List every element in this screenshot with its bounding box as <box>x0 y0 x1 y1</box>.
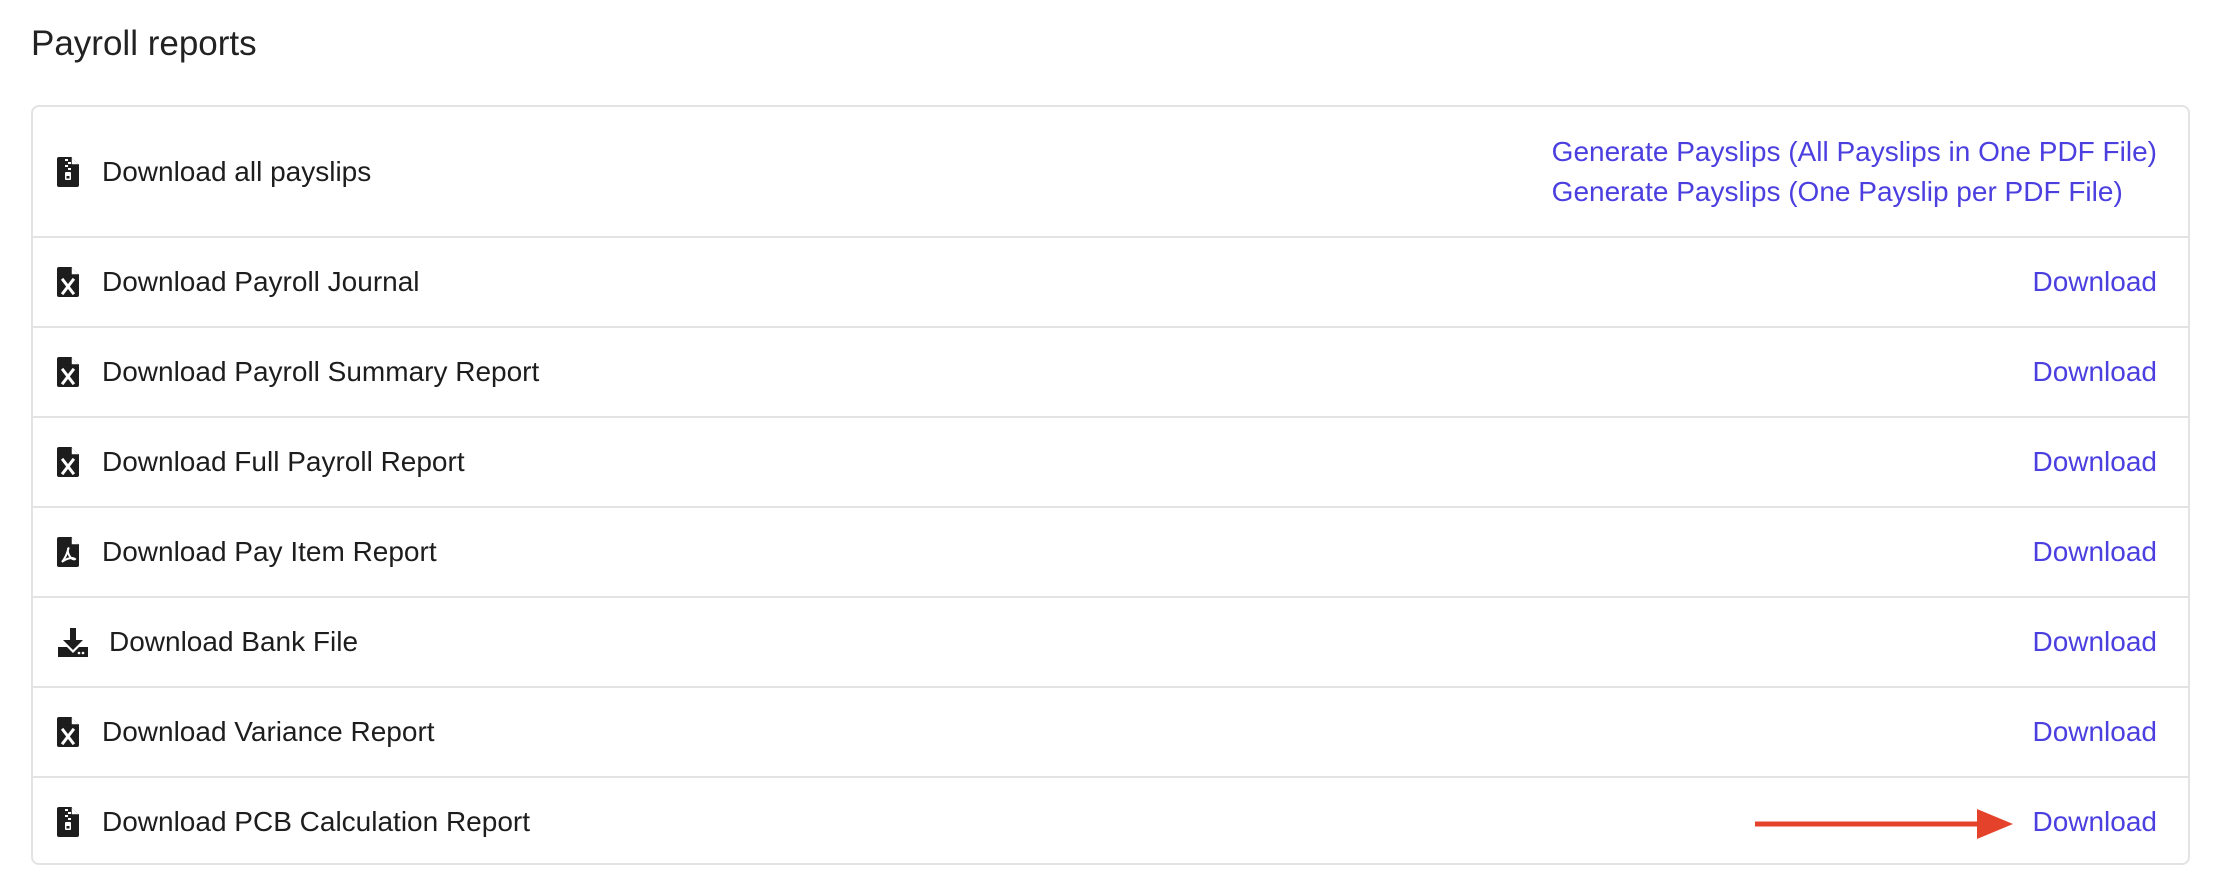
excel-file-icon <box>55 717 81 747</box>
download-payroll-summary-link[interactable]: Download <box>2032 356 2157 388</box>
report-row-payroll-journal: Download Payroll Journal Download <box>33 236 2188 326</box>
excel-file-icon <box>55 267 81 297</box>
download-pcb-calculation-link[interactable]: Download <box>2032 806 2157 838</box>
report-row-full-payroll: Download Full Payroll Report Download <box>33 416 2188 506</box>
excel-file-icon <box>55 447 81 477</box>
report-label-payroll-summary: Download Payroll Summary Report <box>102 356 540 387</box>
zip-file-icon <box>55 156 81 187</box>
pdf-file-icon <box>55 537 81 567</box>
annotation-arrow-icon <box>1755 809 2013 839</box>
download-tray-icon <box>57 627 89 657</box>
report-row-payroll-summary: Download Payroll Summary Report Download <box>33 326 2188 416</box>
download-full-payroll-link[interactable]: Download <box>2032 446 2157 478</box>
download-pay-item-link[interactable]: Download <box>2032 536 2157 568</box>
zip-file-icon <box>55 807 81 837</box>
reports-panel: Download all payslips Generate Payslips … <box>31 105 2190 865</box>
download-variance-link[interactable]: Download <box>2032 716 2157 748</box>
report-label-bank-file: Download Bank File <box>109 626 359 657</box>
report-label-all-payslips: Download all payslips <box>102 155 372 187</box>
report-row-all-payslips: Download all payslips Generate Payslips … <box>33 107 2188 236</box>
payslip-generate-links: Generate Payslips (All Payslips in One P… <box>1552 132 2157 212</box>
report-label-pay-item: Download Pay Item Report <box>102 536 437 567</box>
download-payroll-journal-link[interactable]: Download <box>2032 266 2157 298</box>
report-label-full-payroll: Download Full Payroll Report <box>102 446 465 477</box>
report-row-pay-item: Download Pay Item Report Download <box>33 506 2188 596</box>
report-label-payroll-journal: Download Payroll Journal <box>102 266 420 297</box>
page-title: Payroll reports <box>31 24 257 63</box>
report-row-bank-file: Download Bank File Download <box>33 596 2188 686</box>
report-row-variance: Download Variance Report Download <box>33 686 2188 776</box>
generate-payslips-per-pdf-link[interactable]: Generate Payslips (One Payslip per PDF F… <box>1552 172 2123 212</box>
excel-file-icon <box>55 357 81 387</box>
report-label-variance: Download Variance Report <box>102 716 435 747</box>
report-label-pcb-calculation: Download PCB Calculation Report <box>102 806 530 837</box>
generate-payslips-one-pdf-link[interactable]: Generate Payslips (All Payslips in One P… <box>1552 132 2157 172</box>
download-bank-file-link[interactable]: Download <box>2032 626 2157 658</box>
